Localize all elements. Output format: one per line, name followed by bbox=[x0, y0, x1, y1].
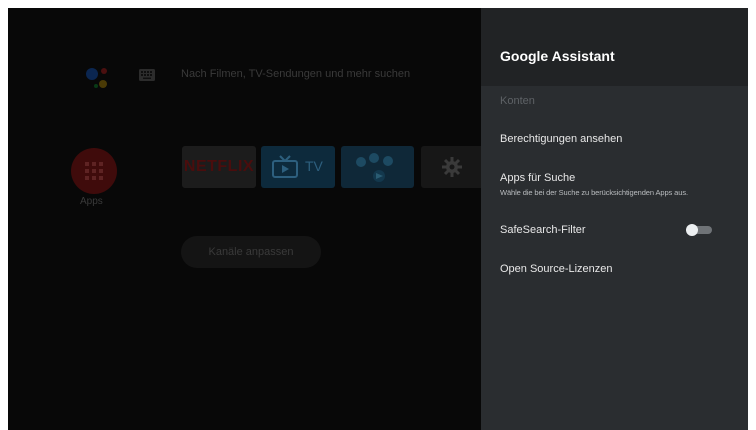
toggle-thumb bbox=[686, 224, 698, 236]
menu-item-search-apps-label: Apps für Suche bbox=[500, 172, 576, 184]
panel-header: Google Assistant bbox=[481, 8, 748, 86]
keyboard-icon[interactable] bbox=[139, 69, 155, 81]
panel-title: Google Assistant bbox=[500, 48, 615, 64]
media-thumbnail-icon bbox=[356, 153, 393, 182]
menu-item-search-apps-subtitle: Wähle die bei der Suche zu berücksichtig… bbox=[500, 188, 688, 197]
home-screen-dimmed: Nach Filmen, TV-Sendungen und mehr suche… bbox=[8, 8, 481, 430]
menu-item-search-apps[interactable]: Apps für Suche Wähle die bei der Suche z… bbox=[500, 172, 740, 197]
tv-icon bbox=[272, 155, 298, 178]
settings-tile[interactable] bbox=[421, 146, 481, 188]
customize-channels-button[interactable]: Kanäle anpassen bbox=[181, 236, 321, 268]
apps-button[interactable] bbox=[71, 148, 117, 194]
apps-label: Apps bbox=[80, 196, 103, 207]
google-assistant-settings-panel: Google Assistant Konten Berechtigungen a… bbox=[481, 8, 748, 430]
search-hint[interactable]: Nach Filmen, TV-Sendungen und mehr suche… bbox=[181, 68, 410, 80]
settings-gear-icon bbox=[442, 157, 462, 177]
safesearch-toggle[interactable] bbox=[686, 224, 714, 236]
tv-screen: Nach Filmen, TV-Sendungen und mehr suche… bbox=[8, 8, 748, 430]
tv-app-tile[interactable]: TV bbox=[261, 146, 335, 188]
menu-item-open-source-licenses[interactable]: Open Source-Lizenzen bbox=[500, 263, 740, 275]
google-assistant-icon[interactable] bbox=[82, 62, 114, 94]
apps-grid-icon bbox=[85, 162, 103, 180]
media-app-tile[interactable] bbox=[341, 146, 414, 188]
tv-label: TV bbox=[305, 158, 323, 174]
menu-item-accounts: Konten bbox=[500, 95, 535, 107]
menu-item-view-permissions[interactable]: Berechtigungen ansehen bbox=[500, 133, 740, 145]
netflix-app-tile[interactable]: NETFLIX bbox=[182, 146, 256, 188]
